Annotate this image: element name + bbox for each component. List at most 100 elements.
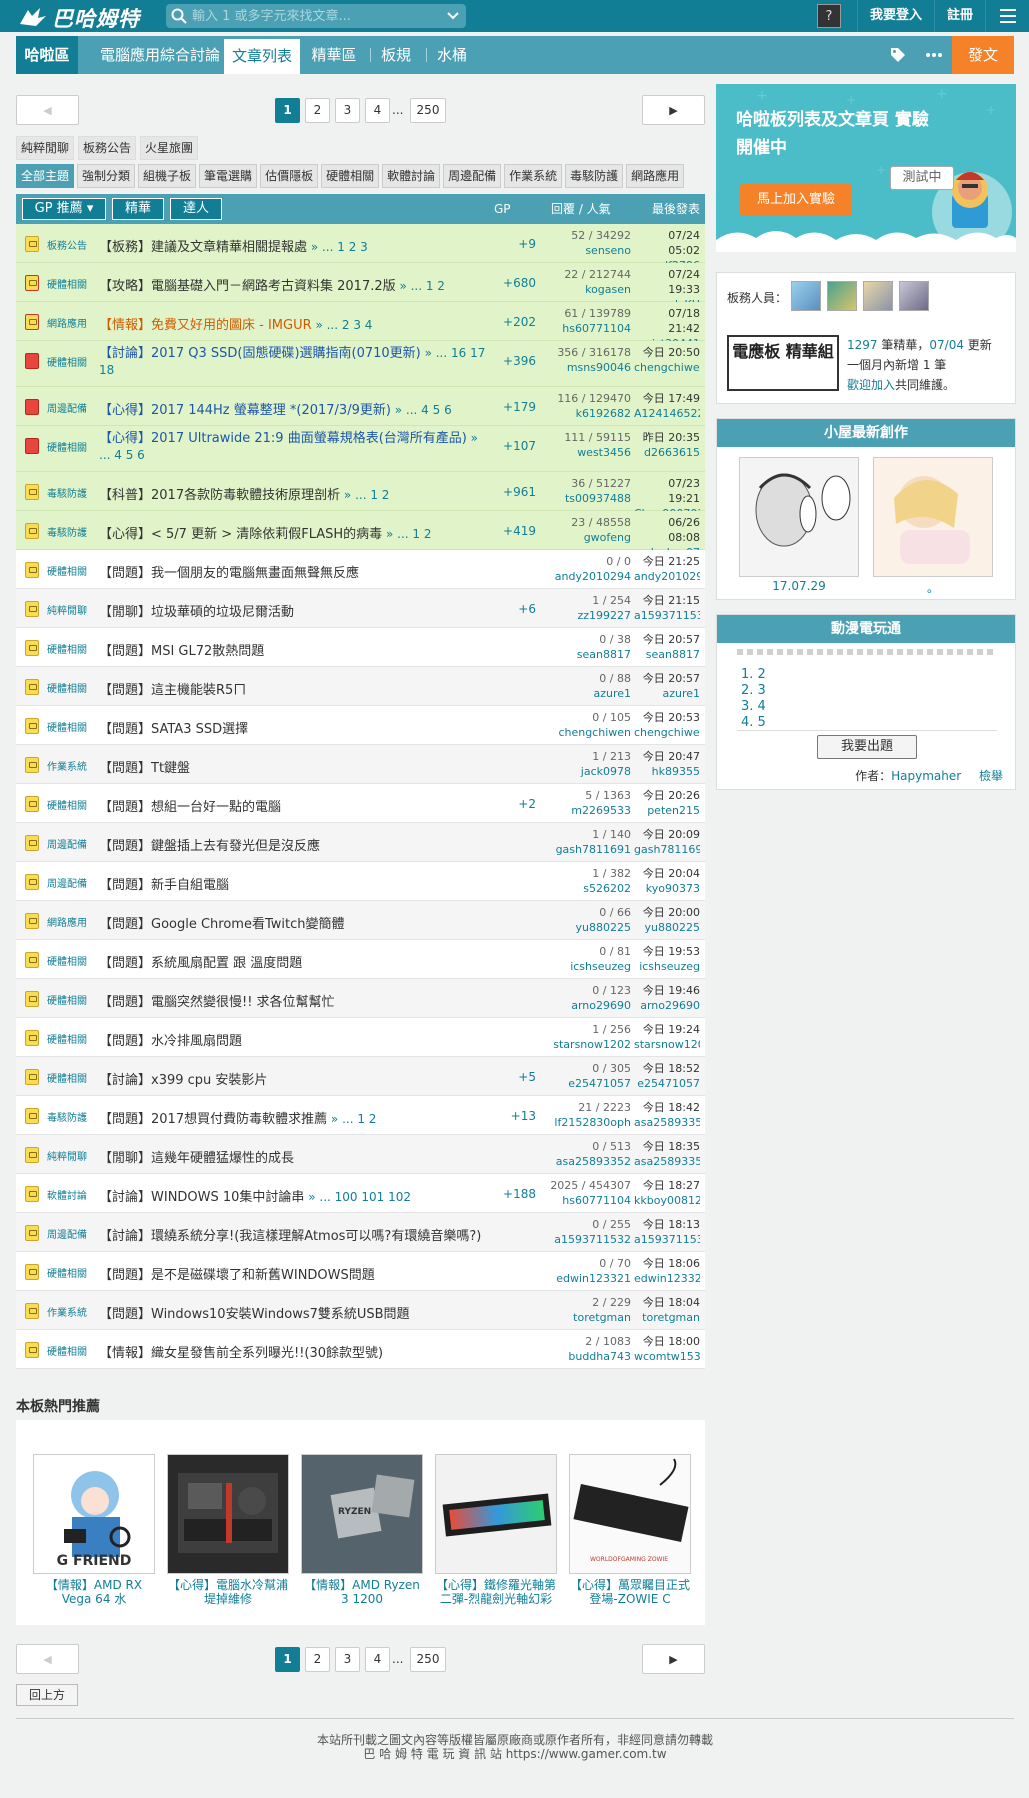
join-link[interactable]: 歡迎加入 — [847, 378, 895, 392]
table-row[interactable]: 硬體相關 【問題】我一個朋友的電腦無畫面無聲無反應 0 / 0 andy2010294… — [16, 550, 705, 589]
row-author[interactable]: senseno — [539, 243, 631, 258]
row-title[interactable]: 【問題】2017想買付費防毒軟體求推薦 — [99, 1112, 327, 1127]
search-icon[interactable] — [166, 4, 192, 28]
table-row[interactable]: 網路應用 【問題】Google Chrome看Twitch變簡體 0 / 66 yu8… — [16, 901, 705, 940]
hot-thumbnail[interactable]: RYZEN — [301, 1454, 423, 1574]
row-title[interactable]: 【問題】這主機能裝R5ㄇ — [99, 683, 246, 698]
expert-filter-button[interactable]: 達人 — [170, 198, 222, 220]
page-2[interactable]: 2 — [305, 1647, 330, 1672]
row-author[interactable]: ts00937488 — [539, 491, 631, 506]
row-last-time[interactable]: 今日 19:53 — [643, 945, 700, 958]
row-title-wrap[interactable]: 【問題】是不是磁碟壞了和新舊WINDOWS問題 — [99, 1264, 491, 1283]
row-title[interactable]: 【問題】Google Chrome看Twitch變簡體 — [99, 917, 344, 932]
row-author[interactable]: asa25893352 — [539, 1154, 631, 1169]
row-category[interactable]: 軟體討論 — [47, 1187, 95, 1202]
featured-count-link[interactable]: 1297 — [847, 338, 878, 352]
table-row[interactable]: 硬體相關 【情報】織女星發售前全系列曝光!!(30餘款型號) 2 / 1083 bud… — [16, 1330, 705, 1369]
row-last-user[interactable]: edwin123321 — [634, 1271, 700, 1286]
category-tab[interactable]: 筆電選購 — [199, 164, 258, 188]
nav-board[interactable]: 電腦應用綜合討論 — [86, 36, 234, 74]
table-row[interactable]: 網路應用 【情報】免費又好用的圖床 - IMGUR » ... 2 3 4 +202… — [16, 302, 705, 350]
row-title-wrap[interactable]: 【閒聊】垃圾華碩的垃圾尼爾活動 — [99, 601, 491, 620]
row-author[interactable]: starsnow1202 — [539, 1037, 631, 1052]
row-last-user[interactable]: andy2010294 — [634, 569, 700, 584]
row-title[interactable]: 【問題】Windows10安裝Windows7雙系統USB問題 — [99, 1307, 410, 1322]
row-title[interactable]: 【問題】水冷排風扇問題 — [99, 1034, 242, 1049]
row-title[interactable]: 【心得】2017 144Hz 螢幕整理 *(2017/3/9更新) — [99, 403, 391, 418]
hot-item[interactable]: 【心得】電腦水冷幫浦堤掉維修 — [167, 1454, 289, 1606]
row-last-time[interactable]: 今日 20:57 — [643, 672, 700, 685]
row-title-wrap[interactable]: 【討論】x399 cpu 安裝影片 — [99, 1069, 491, 1088]
row-title-wrap[interactable]: 【問題】MSI GL72散熱問題 — [99, 640, 491, 659]
row-title-wrap[interactable]: 【問題】Google Chrome看Twitch變簡體 — [99, 913, 491, 932]
page-1[interactable]: 1 — [275, 1647, 300, 1672]
table-row[interactable]: 作業系統 【問題】Tt鍵盤 1 / 213 jack0978 今日 20:47 hk893… — [16, 745, 705, 784]
table-row[interactable]: 軟體討論 【討論】WINDOWS 10集中討論串 » ... 100 101 10… — [16, 1174, 705, 1213]
subtab-chat[interactable]: 純粹閒聊 — [16, 136, 75, 160]
table-row[interactable]: 硬體相關 【問題】MSI GL72散熱問題 0 / 38 sean8817 今日 20:… — [16, 628, 705, 667]
table-row[interactable]: 硬體相關 【問題】電腦突然變很慢!! 求各位幫幫忙 0 / 123 arno29690… — [16, 979, 705, 1018]
row-category[interactable]: 周邊配備 — [47, 875, 95, 890]
row-title-wrap[interactable]: 【問題】Tt鍵盤 — [99, 757, 491, 776]
row-page-links[interactable]: » ... 1 2 3 — [307, 240, 368, 254]
page-2[interactable]: 2 — [305, 98, 330, 123]
row-title[interactable]: 【閒聊】這幾年硬體猛爆性的成長 — [99, 1151, 294, 1166]
row-last-time[interactable]: 今日 18:27 — [643, 1179, 700, 1192]
row-last-time[interactable]: 07/24 05:02 — [668, 229, 700, 257]
table-row[interactable]: 周邊配備 【心得】2017 144Hz 螢幕整理 *(2017/3/9更新) » … — [16, 387, 705, 426]
staff-avatar[interactable] — [827, 281, 857, 311]
report-link[interactable]: 檢舉 — [979, 769, 1003, 783]
next-page-button[interactable]: ▶ — [642, 1644, 705, 1674]
table-row[interactable]: 純粹閒聊 【閒聊】垃圾華碩的垃圾尼爾活動 +6 1 / 254 zz199227 今日 2… — [16, 589, 705, 628]
row-title[interactable]: 【問題】MSI GL72散熱問題 — [99, 644, 264, 659]
table-row[interactable]: 硬體相關 【問題】水冷排風扇問題 1 / 256 starsnow1202 今日 19:… — [16, 1018, 705, 1057]
row-category[interactable]: 作業系統 — [47, 758, 95, 773]
row-page-links[interactable]: » ... 1 2 — [382, 527, 432, 541]
table-row[interactable]: 硬體相關 【問題】這主機能裝R5ㄇ 0 / 88 azure1 今日 20:57 azur… — [16, 667, 705, 706]
row-last-time[interactable]: 今日 18:00 — [643, 1335, 700, 1348]
row-author[interactable]: lf2152830oph — [539, 1115, 631, 1130]
row-title[interactable]: 【問題】新手自組電腦 — [99, 878, 229, 893]
row-last-time[interactable]: 07/24 19:33 — [668, 268, 700, 296]
row-author[interactable]: gwofeng — [539, 530, 631, 545]
row-last-user[interactable]: d2663615 — [634, 445, 700, 460]
category-tab[interactable]: 毒駭防護 — [565, 164, 624, 188]
row-last-user[interactable]: kkboy008123 — [634, 1193, 700, 1208]
staff-avatar[interactable] — [791, 281, 821, 311]
row-category[interactable]: 毒駭防護 — [47, 524, 95, 539]
hot-caption[interactable]: 【心得】電腦水冷幫浦堤掉維修 — [167, 1578, 289, 1606]
row-last-time[interactable]: 昨日 20:35 — [643, 431, 700, 444]
hot-caption[interactable]: 【心得】鐵修羅光軸第二彈-烈龍劍光軸幻彩 — [435, 1578, 557, 1606]
table-row[interactable]: 毒駭防護 【心得】< 5/7 更新 > 清除依莉假FLASH的病毒 » ... 1… — [16, 511, 705, 559]
site-logo[interactable]: 巴哈姆特 — [18, 3, 140, 33]
row-category[interactable]: 硬體相關 — [47, 992, 95, 1007]
hot-thumbnail[interactable] — [435, 1454, 557, 1574]
row-category[interactable]: 板務公告 — [47, 237, 95, 252]
table-row[interactable]: 硬體相關 【問題】系統風扇配置 跟 溫度問題 0 / 81 icshseuzeg 今日 … — [16, 940, 705, 979]
row-author[interactable]: kogasen — [539, 282, 631, 297]
table-row[interactable]: 硬體相關 【問題】想組一台好一點的電腦 +2 5 / 1363 m2269533 今日 2… — [16, 784, 705, 823]
hot-item[interactable]: G FRIEND 【情報】AMD RX Vega 64 水 — [33, 1454, 155, 1606]
creation-thumbnail[interactable] — [739, 457, 859, 577]
row-author[interactable]: chengchiwen — [539, 725, 631, 740]
row-last-user[interactable]: icshseuzeg — [634, 959, 700, 974]
submit-quiz-button[interactable]: 我要出題 — [817, 735, 917, 759]
row-page-links[interactable]: » ... 4 5 6 — [391, 403, 452, 417]
row-title-wrap[interactable]: 【問題】水冷排風扇問題 — [99, 1030, 491, 1049]
row-author[interactable]: hs60771104 — [539, 1193, 631, 1208]
row-category[interactable]: 硬體相關 — [47, 439, 95, 454]
row-author[interactable]: hs60771104 — [539, 321, 631, 336]
row-last-user[interactable]: toretgman — [634, 1310, 700, 1325]
row-last-user[interactable]: asa25893352 — [634, 1115, 700, 1130]
row-last-time[interactable]: 今日 20:04 — [643, 867, 700, 880]
row-category[interactable]: 周邊配備 — [47, 1226, 95, 1241]
hot-caption[interactable]: 【情報】AMD Ryzen 3 1200 — [301, 1578, 423, 1606]
search-bar[interactable] — [166, 4, 466, 28]
row-last-user[interactable]: hk89355 — [634, 764, 700, 779]
row-category[interactable]: 作業系統 — [47, 1304, 95, 1319]
table-row[interactable]: 作業系統 【問題】Windows10安裝Windows7雙系統USB問題 2 / 2… — [16, 1291, 705, 1330]
category-tab[interactable]: 作業系統 — [504, 164, 563, 188]
row-last-user[interactable]: peten215 — [634, 803, 700, 818]
next-page-button[interactable]: ▶ — [642, 95, 705, 125]
row-title-wrap[interactable]: 【心得】2017 Ultrawide 21:9 曲面螢幕規格表(台灣所有產品) … — [99, 430, 491, 464]
